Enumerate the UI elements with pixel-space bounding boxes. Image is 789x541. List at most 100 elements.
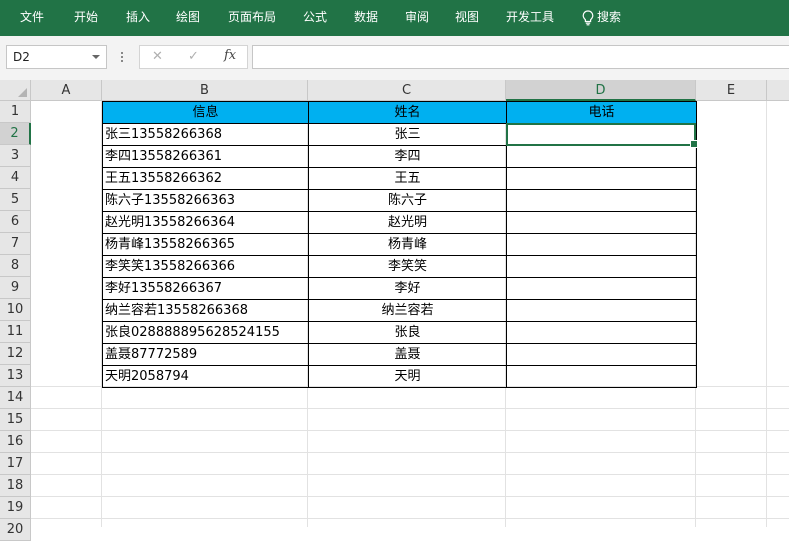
row-header[interactable]: 5	[0, 189, 31, 211]
cell-name[interactable]: 王五	[308, 167, 507, 190]
formula-buttons: ✕ ✓ fx	[139, 45, 248, 69]
cell-info[interactable]: 杨青峰13558266365	[102, 233, 309, 256]
column-header-b[interactable]: B	[102, 80, 308, 101]
cell-name[interactable]: 天明	[308, 365, 507, 388]
ribbon-menu-bar: 文件 开始 插入 绘图 页面布局 公式 数据 审阅 视图 开发工具 搜索	[0, 0, 789, 36]
row-header[interactable]: 19	[0, 497, 31, 519]
search-label: 搜索	[597, 10, 622, 24]
table-row: 李四13558266361 李四	[102, 145, 697, 168]
header-cell-phone[interactable]: 电话	[506, 101, 697, 124]
cell-name[interactable]: 纳兰容若	[308, 299, 507, 322]
table-row: 王五13558266362 王五	[102, 167, 697, 190]
cell-name[interactable]: 李四	[308, 145, 507, 168]
row-header[interactable]: 15	[0, 409, 31, 431]
cell-phone[interactable]	[506, 277, 697, 300]
row-header[interactable]: 11	[0, 321, 31, 343]
select-all-button[interactable]	[0, 80, 31, 101]
cell-info[interactable]: 赵光明13558266364	[102, 211, 309, 234]
enter-icon[interactable]: ✓	[188, 49, 199, 64]
row-header[interactable]: 2	[0, 123, 31, 145]
column-header-e[interactable]: E	[696, 80, 767, 101]
table-row: 李好13558266367 李好	[102, 277, 697, 300]
column-header-a[interactable]: A	[31, 80, 102, 101]
spreadsheet-grid[interactable]: A B C D E 1 2 3 4 5 6 7 8 9 10 11 12 13 …	[0, 80, 789, 541]
cell-name[interactable]: 李好	[308, 277, 507, 300]
row-header[interactable]: 8	[0, 255, 31, 277]
table-row: 张良028888895628524155 张良	[102, 321, 697, 344]
cell-phone[interactable]	[506, 299, 697, 322]
menu-view[interactable]: 视图	[455, 0, 479, 36]
search-button[interactable]: 搜索	[582, 0, 621, 36]
row-header[interactable]: 9	[0, 277, 31, 299]
menu-file[interactable]: 文件	[20, 0, 44, 36]
cell-phone[interactable]	[506, 233, 697, 256]
table-row: 纳兰容若13558266368 纳兰容若	[102, 299, 697, 322]
menu-developer[interactable]: 开发工具	[506, 0, 554, 36]
row-header[interactable]: 14	[0, 387, 31, 409]
cell-name[interactable]: 张三	[308, 123, 507, 146]
formula-input[interactable]	[252, 45, 789, 69]
cell-phone[interactable]	[506, 145, 697, 168]
cell-name[interactable]: 赵光明	[308, 211, 507, 234]
cell-phone[interactable]	[506, 189, 697, 212]
cell-info[interactable]: 王五13558266362	[102, 167, 309, 190]
cell-info[interactable]: 李好13558266367	[102, 277, 309, 300]
table-row: 杨青峰13558266365 杨青峰	[102, 233, 697, 256]
cell-info[interactable]: 纳兰容若13558266368	[102, 299, 309, 322]
row-header[interactable]: 7	[0, 233, 31, 255]
cell-info[interactable]: 陈六子13558266363	[102, 189, 309, 212]
cell-phone[interactable]	[506, 343, 697, 366]
cell-info[interactable]: 张三13558266368	[102, 123, 309, 146]
row-header[interactable]: 1	[0, 101, 31, 123]
row-header[interactable]: 12	[0, 343, 31, 365]
cell-info[interactable]: 张良028888895628524155	[102, 321, 309, 344]
insert-function-icon[interactable]: fx	[224, 48, 236, 63]
cell-info[interactable]: 天明2058794	[102, 365, 309, 388]
formula-bar-grip-icon[interactable]	[120, 50, 124, 64]
cell-phone[interactable]	[506, 255, 697, 278]
fill-handle[interactable]	[690, 140, 698, 148]
chevron-down-icon[interactable]	[92, 55, 100, 59]
cell-phone[interactable]	[506, 211, 697, 234]
row-header[interactable]: 16	[0, 431, 31, 453]
cell-info[interactable]: 李四13558266361	[102, 145, 309, 168]
cancel-icon[interactable]: ✕	[152, 49, 163, 64]
row-header[interactable]: 4	[0, 167, 31, 189]
column-header-d[interactable]: D	[506, 80, 696, 101]
menu-page-layout[interactable]: 页面布局	[228, 0, 276, 36]
cell-info[interactable]: 李笑笑13558266366	[102, 255, 309, 278]
cell-phone[interactable]	[506, 167, 697, 190]
header-cell-name[interactable]: 姓名	[308, 101, 507, 124]
header-cell-info[interactable]: 信息	[102, 101, 309, 124]
menu-formulas[interactable]: 公式	[303, 0, 327, 36]
cell-name[interactable]: 李笑笑	[308, 255, 507, 278]
menu-insert[interactable]: 插入	[126, 0, 150, 36]
row-header[interactable]: 3	[0, 145, 31, 167]
cell-info[interactable]: 盖聂87772589	[102, 343, 309, 366]
row-header[interactable]: 13	[0, 365, 31, 387]
menu-review[interactable]: 审阅	[405, 0, 429, 36]
table-row: 天明2058794 天明	[102, 365, 697, 388]
cell-phone[interactable]	[506, 365, 697, 388]
column-header-f[interactable]	[767, 80, 789, 101]
name-box-value: D2	[13, 50, 30, 64]
table-row: 盖聂87772589 盖聂	[102, 343, 697, 366]
row-header[interactable]: 18	[0, 475, 31, 497]
cell-name[interactable]: 盖聂	[308, 343, 507, 366]
menu-data[interactable]: 数据	[354, 0, 378, 36]
cell-name[interactable]: 陈六子	[308, 189, 507, 212]
cell-phone[interactable]	[506, 321, 697, 344]
row-header[interactable]: 20	[0, 519, 31, 541]
cell-name[interactable]: 张良	[308, 321, 507, 344]
menu-draw[interactable]: 绘图	[176, 0, 200, 36]
name-box[interactable]: D2	[6, 45, 107, 69]
active-cell-selection[interactable]	[506, 123, 698, 148]
row-header[interactable]: 6	[0, 211, 31, 233]
row-header[interactable]: 10	[0, 299, 31, 321]
menu-home[interactable]: 开始	[74, 0, 98, 36]
table-row: 赵光明13558266364 赵光明	[102, 211, 697, 234]
cell-name[interactable]: 杨青峰	[308, 233, 507, 256]
table-row: 李笑笑13558266366 李笑笑	[102, 255, 697, 278]
column-header-c[interactable]: C	[308, 80, 506, 101]
row-header[interactable]: 17	[0, 453, 31, 475]
